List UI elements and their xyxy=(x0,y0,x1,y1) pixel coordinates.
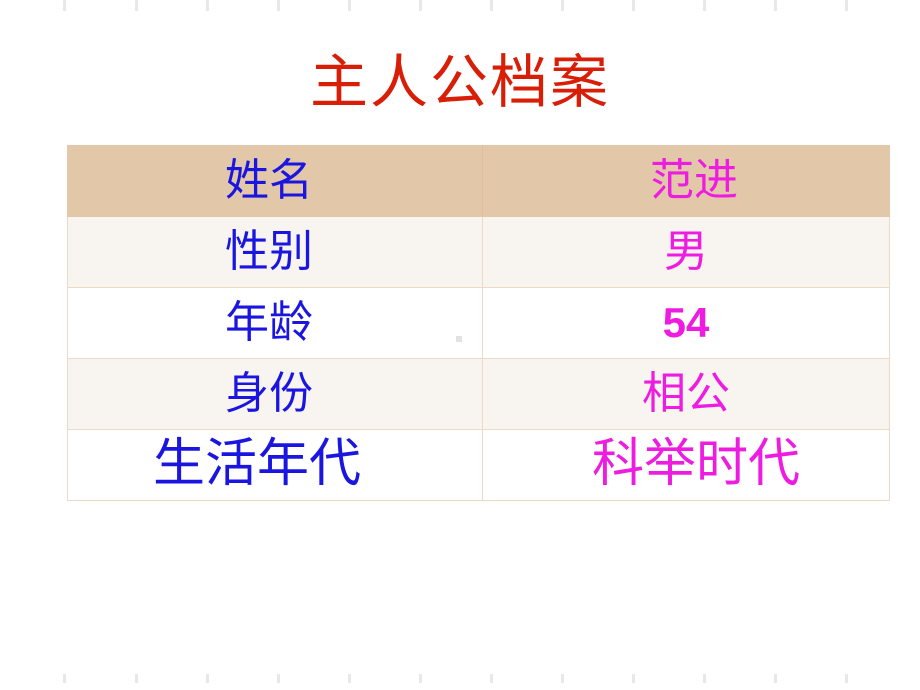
ruler-tick xyxy=(845,674,848,683)
ruler-tick xyxy=(845,0,848,11)
ruler-tick xyxy=(774,674,777,683)
table-cell-label: 姓名 xyxy=(67,145,483,217)
row-value-text: 范进 xyxy=(650,156,738,205)
ruler-tick xyxy=(419,674,422,683)
ruler-tick xyxy=(206,0,209,11)
ruler-tick xyxy=(490,0,493,11)
table-cell-value: 相公 xyxy=(482,358,890,430)
row-label-text: 姓名 xyxy=(225,156,313,205)
ruler-tick xyxy=(277,674,280,683)
ruler-tick xyxy=(703,674,706,683)
selection-artifact xyxy=(456,336,462,342)
table-row: 年龄 54 xyxy=(67,287,890,359)
table-row: 身份 相公 xyxy=(67,358,890,430)
table-cell-value: 科举时代 xyxy=(482,429,890,501)
row-value-text: 科举时代 xyxy=(591,436,800,493)
ruler-tick xyxy=(490,674,493,683)
table-row: 性别 男 xyxy=(67,216,890,288)
table-cell-label: 年龄 xyxy=(67,287,483,359)
table-row: 姓名 范进 xyxy=(67,145,890,217)
row-label-text: 性别 xyxy=(225,227,313,276)
character-archive-table: 姓名 范进 性别 男 年龄 54 身份 相公 生活年代 科举时代 xyxy=(67,145,890,501)
ruler-tick xyxy=(206,674,209,683)
bottom-ruler-ticks xyxy=(0,672,920,684)
ruler-tick xyxy=(348,0,351,11)
ruler-tick xyxy=(419,0,422,11)
ruler-tick xyxy=(774,0,777,11)
ruler-tick xyxy=(135,0,138,11)
row-label-text: 年龄 xyxy=(225,298,313,347)
top-ruler-ticks xyxy=(0,0,920,12)
ruler-tick xyxy=(63,0,66,11)
table-cell-value: 男 xyxy=(482,216,890,288)
slide-canvas: 主人公档案 姓名 范进 性别 男 年龄 54 身份 相公 生活年代 科举时代 xyxy=(0,0,920,690)
row-value-text: 54 xyxy=(662,299,710,346)
table-cell-label: 生活年代 xyxy=(67,429,483,501)
table-cell-label: 性别 xyxy=(67,216,483,288)
row-value-text: 男 xyxy=(664,227,708,276)
page-title: 主人公档案 xyxy=(309,50,610,115)
ruler-tick xyxy=(703,0,706,11)
table-cell-label: 身份 xyxy=(67,358,483,430)
ruler-tick xyxy=(348,674,351,683)
table-cell-value: 范进 xyxy=(482,145,890,217)
row-label-text: 生活年代 xyxy=(152,436,361,493)
table-row: 生活年代 科举时代 xyxy=(67,429,890,501)
ruler-tick xyxy=(561,0,564,11)
table-cell-value: 54 xyxy=(482,287,890,359)
ruler-tick xyxy=(632,674,635,683)
row-value-text: 相公 xyxy=(642,369,730,418)
table-body: 姓名 范进 性别 男 年龄 54 身份 相公 生活年代 科举时代 xyxy=(67,145,890,501)
ruler-tick xyxy=(135,674,138,683)
row-label-text: 身份 xyxy=(225,369,313,418)
ruler-tick xyxy=(63,674,66,683)
ruler-tick xyxy=(632,0,635,11)
ruler-tick xyxy=(561,674,564,683)
ruler-tick xyxy=(277,0,280,11)
